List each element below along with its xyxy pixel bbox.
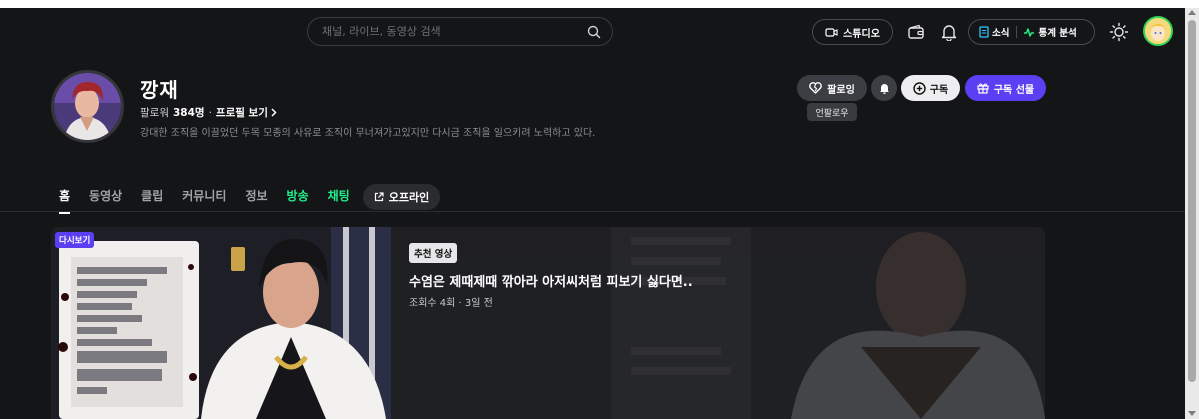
subscribe-button[interactable]: 구독 — [901, 75, 960, 101]
scroll-thumb[interactable] — [1188, 20, 1196, 382]
news-label: 소식 — [992, 28, 1010, 39]
pulse-icon — [1024, 27, 1035, 37]
tab-broadcast[interactable]: 방송 — [287, 186, 309, 208]
channel-tabs: 홈 동영상 클립 커뮤니티 정보 방송 채팅 오프라인 — [59, 184, 441, 214]
recommended-badge: 추천 영상 — [409, 243, 458, 263]
bell-filled-icon — [879, 84, 889, 94]
featured-background-art — [391, 227, 1045, 419]
gift-label: 구독 선물 — [993, 84, 1035, 96]
scroll-down-arrow[interactable] — [1188, 411, 1196, 416]
offline-label: 오프라인 — [388, 191, 430, 204]
tab-chat[interactable]: 채팅 — [328, 186, 350, 208]
wallet-icon — [908, 24, 924, 39]
search-icon[interactable] — [586, 24, 602, 40]
followers-label: 팔로워 — [140, 107, 169, 119]
stats-button[interactable]: 통계 분석 — [1017, 25, 1077, 39]
separator: · — [208, 106, 212, 119]
notification-toggle-button[interactable] — [871, 75, 897, 101]
tab-home[interactable]: 홈 — [59, 186, 71, 214]
news-button[interactable]: 소식 — [969, 25, 1009, 39]
tabs-divider — [0, 211, 1185, 212]
followers-count: 384명 — [172, 107, 205, 119]
user-avatar-image — [1145, 18, 1171, 44]
profile-link-label: 프로필 보기 — [215, 107, 268, 119]
tab-videos[interactable]: 동영상 — [89, 186, 122, 208]
tab-clips[interactable]: 클립 — [141, 186, 163, 208]
sun-icon — [1109, 22, 1129, 42]
page-scrollbar[interactable] — [1185, 8, 1199, 419]
document-icon — [979, 26, 989, 38]
external-link-icon — [374, 192, 384, 202]
following-button[interactable]: 팔로잉 — [797, 75, 867, 101]
channel-name: 깡재 — [140, 78, 179, 102]
thumbnail-image — [51, 227, 391, 419]
follower-info: 팔로워 384명 · 프로필 보기 — [140, 105, 277, 120]
video-camera-icon — [825, 27, 838, 37]
tab-community[interactable]: 커뮤니티 — [182, 186, 226, 208]
chevron-right-icon — [271, 108, 277, 117]
search-bar[interactable] — [307, 17, 613, 46]
unfollow-tooltip: 언팔로우 — [807, 103, 857, 121]
gift-icon — [977, 83, 989, 94]
browser-top-strip — [0, 0, 1199, 8]
video-meta: 조회수 4회 · 3일 전 — [409, 298, 493, 309]
gift-subscription-button[interactable]: 구독 선물 — [965, 75, 1046, 101]
studio-button[interactable]: 스튜디오 — [812, 19, 893, 45]
theme-toggle-button[interactable] — [1107, 20, 1131, 44]
tab-info[interactable]: 정보 — [245, 186, 267, 208]
notification-button[interactable] — [937, 20, 961, 44]
subscribe-label: 구독 — [929, 84, 949, 96]
search-input[interactable] — [322, 25, 572, 38]
channel-description: 강대한 조직을 이끌었던 두목 모종의 사유로 조직이 무너져가고있지만 다시금… — [140, 128, 596, 139]
broken-heart-icon — [809, 82, 823, 94]
plus-circle-icon — [913, 81, 926, 95]
news-stats-group: 소식 통계 분석 — [968, 19, 1095, 45]
profile-link[interactable]: 프로필 보기 — [216, 105, 277, 120]
channel-avatar[interactable] — [51, 70, 124, 143]
featured-video-card[interactable]: 다시보기 추천 영상 수염은 제때제때 깎아라 아저씨처럼 피보기 싫다면.. … — [51, 227, 1045, 419]
replay-badge: 다시보기 — [55, 232, 95, 248]
user-avatar[interactable] — [1143, 16, 1173, 46]
following-label: 팔로잉 — [827, 84, 855, 96]
video-thumbnail[interactable]: 다시보기 — [51, 227, 391, 419]
scroll-up-arrow[interactable] — [1188, 10, 1196, 15]
stats-label: 통계 분석 — [1038, 28, 1077, 39]
bell-icon — [941, 25, 957, 41]
studio-label: 스튜디오 — [843, 28, 880, 40]
wallet-button[interactable] — [904, 20, 928, 44]
channel-avatar-image — [54, 73, 121, 140]
video-title[interactable]: 수염은 제때제때 깎아라 아저씨처럼 피보기 싫다면.. — [409, 271, 693, 290]
offline-button[interactable]: 오프라인 — [362, 184, 441, 210]
